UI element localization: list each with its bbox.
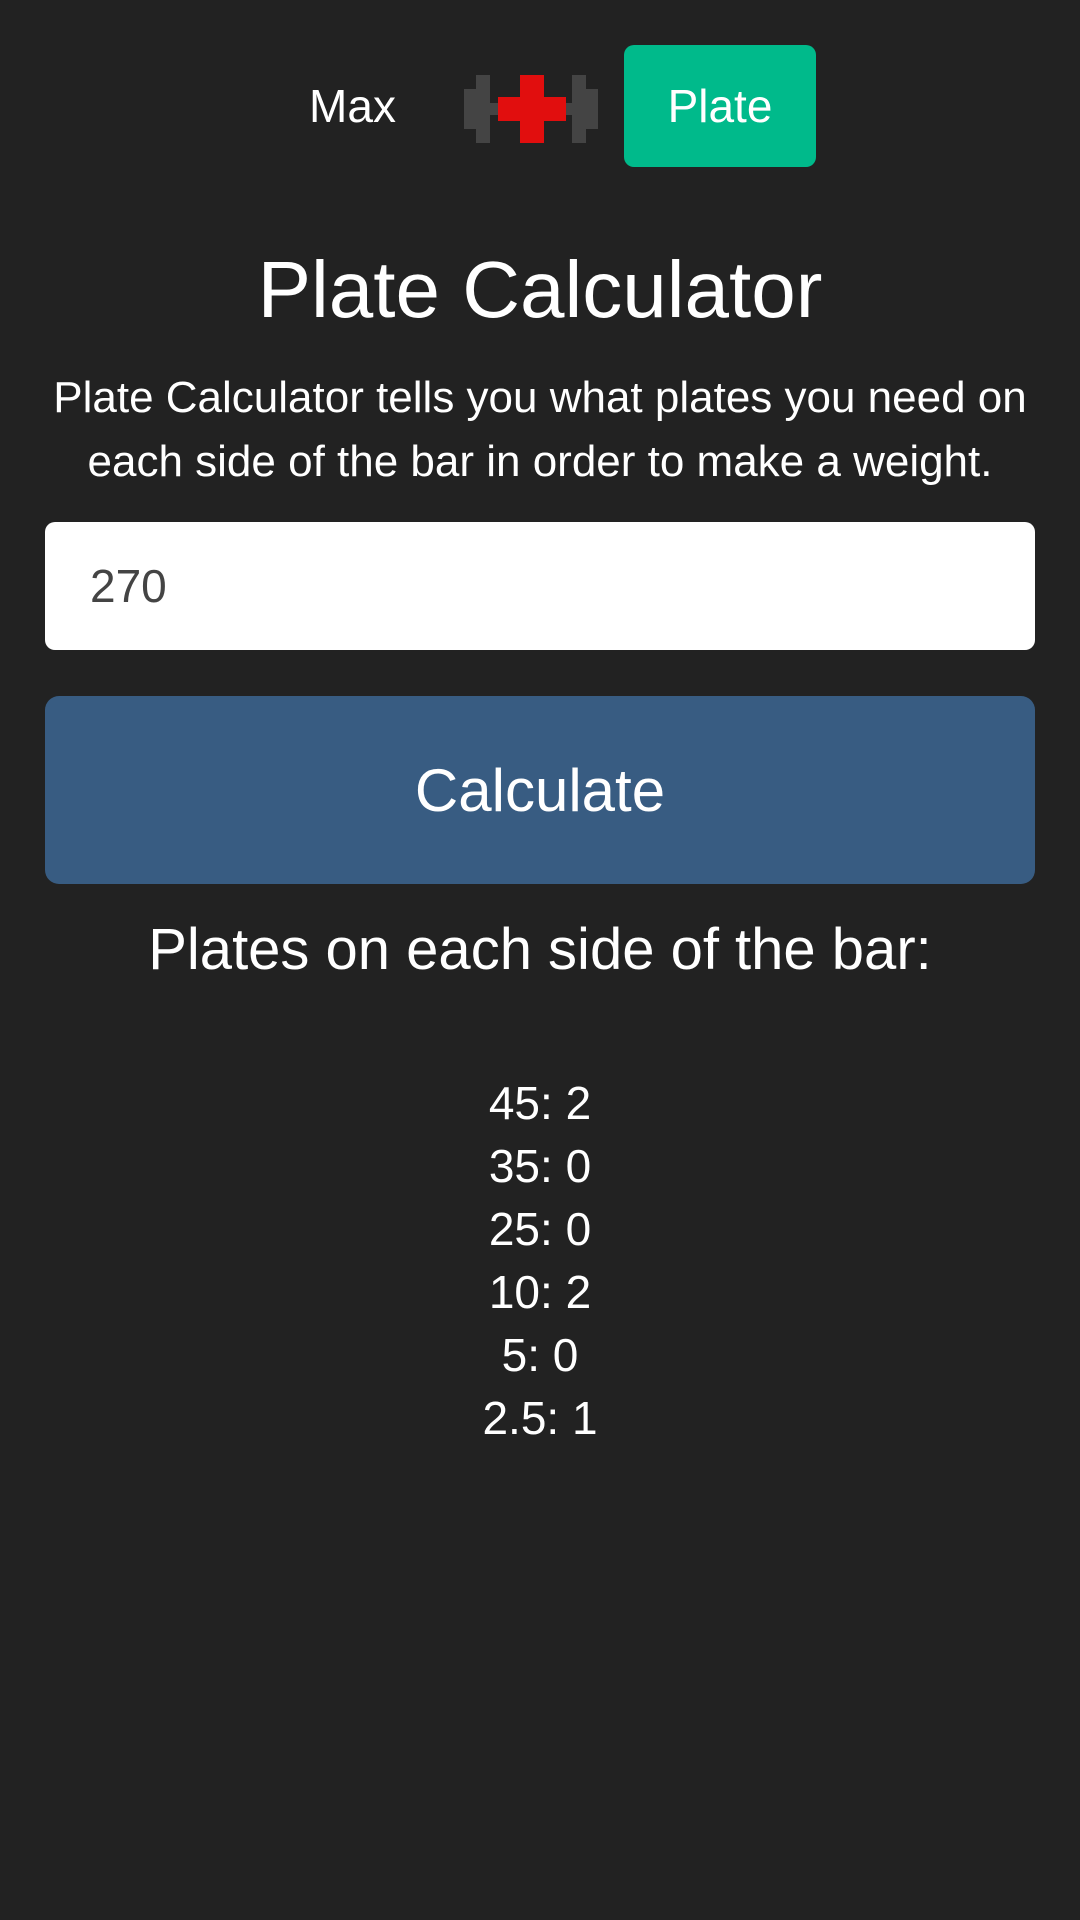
calculate-button[interactable]: Calculate [45,696,1035,884]
plate-result-item: 2.5: 1 [482,1392,598,1444]
plate-result-item: 5: 0 [501,1329,579,1381]
plate-result-item: 25: 0 [488,1203,592,1255]
top-navigation: Max Plate [0,45,1080,167]
nav-tab-plate-label: Plate [667,80,773,132]
page-description: Plate Calculator tells you what plates y… [53,373,1027,486]
weight-input[interactable] [45,522,1035,650]
dumbbell-medical-cross-icon [464,75,598,143]
plate-results-list: 45: 2 35: 0 25: 0 10: 2 5: 0 2.5: 1 [0,1072,1080,1450]
result-heading: Plates on each side of the bar: [148,917,932,982]
plate-result-item: 45: 2 [488,1077,592,1129]
plate-result-item: 35: 0 [488,1140,592,1192]
nav-tab-max[interactable]: Max [290,45,415,167]
plate-result-item: 10: 2 [488,1266,592,1318]
nav-tab-max-label: Max [309,80,396,132]
nav-tab-plate[interactable]: Plate [624,45,816,167]
page-title: Plate Calculator [257,245,823,334]
